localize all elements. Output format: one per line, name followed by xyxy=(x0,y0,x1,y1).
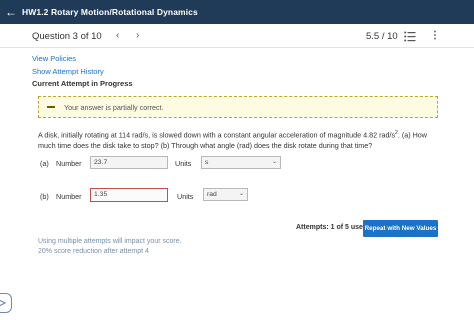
chevron-down-icon: ⌄ xyxy=(238,191,244,197)
part-a-label: (a) xyxy=(40,159,49,168)
kebab-menu-icon[interactable]: ⋮ xyxy=(430,30,440,42)
show-attempt-history-link[interactable]: Show Attempt History xyxy=(32,67,104,76)
part-a-units-label: Units xyxy=(175,159,192,168)
question-counter: Question 3 of 10 xyxy=(32,31,102,42)
score-reduction-note: 20% score reduction after attempt 4 xyxy=(38,248,149,255)
part-a-number-input[interactable]: 23.7 xyxy=(90,156,168,169)
part-b-number-input[interactable]: 1.35 xyxy=(90,188,168,202)
question-text-part1: A disk, initially rotating at 114 rad/s,… xyxy=(38,130,396,140)
chevron-right-icon[interactable]: › xyxy=(136,30,139,41)
score-display: 5.5 / 10 xyxy=(366,31,398,42)
part-a-units-select[interactable]: s ⌄ xyxy=(201,156,281,169)
multiple-attempts-note: Using multiple attempts will impact your… xyxy=(38,238,182,245)
part-a-units-value: s xyxy=(205,159,209,166)
part-b-units-select[interactable]: rad ⌄ xyxy=(203,188,248,201)
view-policies-link[interactable]: View Policies xyxy=(32,54,76,63)
question-bar: Question 3 of 10 ‹ › 5.5 / 10 ⋮ xyxy=(0,26,474,48)
alert-message: Your answer is partially correct. xyxy=(64,102,164,112)
part-b-label: (b) xyxy=(40,192,49,201)
partial-correct-alert: Your answer is partially correct. xyxy=(38,96,438,118)
attempts-counter: Attempts: 1 of 5 used xyxy=(296,224,368,231)
list-icon[interactable] xyxy=(404,31,416,42)
part-b-number-label: Number xyxy=(56,192,82,201)
repeat-new-values-button[interactable]: Repeat with New Values xyxy=(363,220,438,237)
chevron-left-icon[interactable]: ‹ xyxy=(116,30,119,41)
part-b-units-value: rad xyxy=(207,191,217,198)
part-a-number-label: Number xyxy=(56,159,82,168)
question-text: A disk, initially rotating at 114 rad/s,… xyxy=(38,128,438,151)
arrow-left-icon[interactable]: ← xyxy=(0,0,22,24)
top-bar: ← HW1.2 Rotary Motion/Rotational Dynamic… xyxy=(0,0,474,24)
minus-icon xyxy=(47,106,55,108)
assistant-icon[interactable] xyxy=(0,293,12,313)
part-b-units-label: Units xyxy=(177,192,194,201)
current-attempt-heading: Current Attempt in Progress xyxy=(32,79,133,88)
assignment-title: HW1.2 Rotary Motion/Rotational Dynamics xyxy=(22,7,198,17)
chevron-down-icon: ⌄ xyxy=(271,159,277,165)
